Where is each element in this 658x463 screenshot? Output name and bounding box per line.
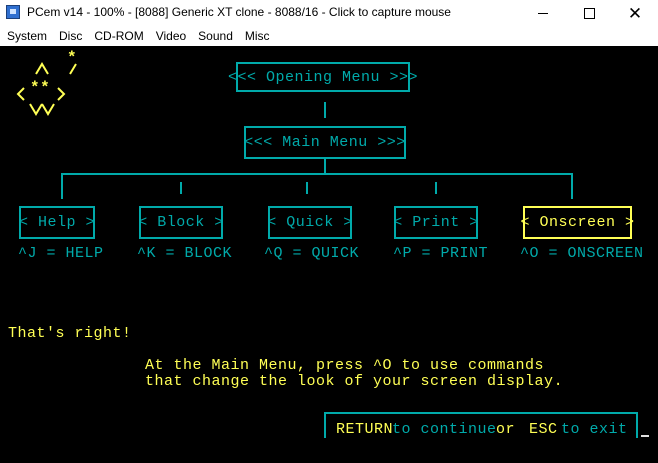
menu-misc[interactable]: Misc — [239, 26, 276, 46]
window-title-bar[interactable]: PCem v14 - 100% - [8088] Generic XT clon… — [0, 0, 658, 26]
footer-top-border — [324, 412, 638, 414]
footer-left-border — [324, 412, 326, 438]
help-shortcut: ^J = HELP — [18, 245, 104, 262]
maximize-icon — [583, 7, 595, 19]
help-menu-label: < Help > — [19, 214, 96, 231]
text-cursor — [641, 435, 649, 437]
print-menu-box[interactable]: < Print > — [393, 206, 479, 239]
menu-video[interactable]: Video — [150, 26, 192, 46]
logo-star: * — [67, 49, 78, 67]
maximize-button[interactable] — [566, 0, 612, 26]
close-button[interactable]: ✕ — [612, 0, 658, 26]
connector-quick — [306, 182, 308, 194]
continue-text: to continue — [392, 421, 497, 438]
quick-shortcut: ^Q = QUICK — [264, 245, 360, 262]
connector-print — [435, 182, 437, 194]
tree-horizontal-line — [61, 173, 573, 175]
quick-menu-label: < Quick > — [267, 214, 353, 231]
explanation-line-2: that change the look of your screen disp… — [145, 373, 564, 390]
main-menu-box[interactable]: <<< Main Menu >>> — [244, 126, 406, 159]
onscreen-menu-box[interactable]: < Onscreen > — [520, 206, 635, 239]
print-shortcut: ^P = PRINT — [393, 245, 489, 262]
block-menu-label: < Block > — [138, 214, 224, 231]
logo-center: ** — [30, 79, 51, 97]
block-shortcut: ^K = BLOCK — [137, 245, 233, 262]
minimize-icon — [538, 12, 548, 14]
opening-menu-label: <<< Opening Menu >>> — [227, 68, 419, 86]
emulator-screen[interactable]: * ** <<< Opening Menu >>> <<< Main Menu … — [0, 46, 658, 463]
explanation-line-1: At the Main Menu, press ^O to use comman… — [145, 357, 545, 374]
or-text: or — [496, 421, 516, 438]
menu-disc[interactable]: Disc — [53, 26, 88, 46]
menu-bar: System Disc CD-ROM Video Sound Misc — [0, 26, 658, 46]
window-title: PCem v14 - 100% - [8088] Generic XT clon… — [27, 5, 451, 19]
menu-sound[interactable]: Sound — [192, 26, 239, 46]
opening-menu-box[interactable]: <<< Opening Menu >>> — [228, 62, 418, 92]
onscreen-shortcut: ^O = ONSCREEN — [520, 245, 644, 262]
connector-opening-main — [324, 102, 326, 118]
connector-help — [61, 173, 63, 199]
esc-key[interactable]: ESC — [529, 421, 558, 438]
block-menu-box[interactable]: < Block > — [138, 206, 224, 239]
connector-onscreen — [571, 173, 573, 199]
menu-cd-rom[interactable]: CD-ROM — [88, 26, 149, 46]
print-menu-label: < Print > — [393, 214, 479, 231]
connector-main-down — [324, 159, 326, 175]
menu-system[interactable]: System — [0, 26, 53, 46]
connector-block — [180, 182, 182, 194]
main-menu-label: <<< Main Menu >>> — [244, 134, 406, 151]
footer-right-border — [636, 412, 638, 438]
minimize-button[interactable] — [520, 0, 566, 26]
quick-menu-box[interactable]: < Quick > — [267, 206, 353, 239]
help-menu-box[interactable]: < Help > — [19, 206, 95, 239]
pcem-app-icon — [6, 5, 20, 19]
close-icon: ✕ — [627, 3, 643, 23]
onscreen-menu-label: < Onscreen > — [520, 214, 635, 231]
exit-text: to exit — [561, 421, 628, 438]
feedback-text: That's right! — [8, 325, 132, 342]
return-key[interactable]: RETURN — [336, 421, 393, 438]
